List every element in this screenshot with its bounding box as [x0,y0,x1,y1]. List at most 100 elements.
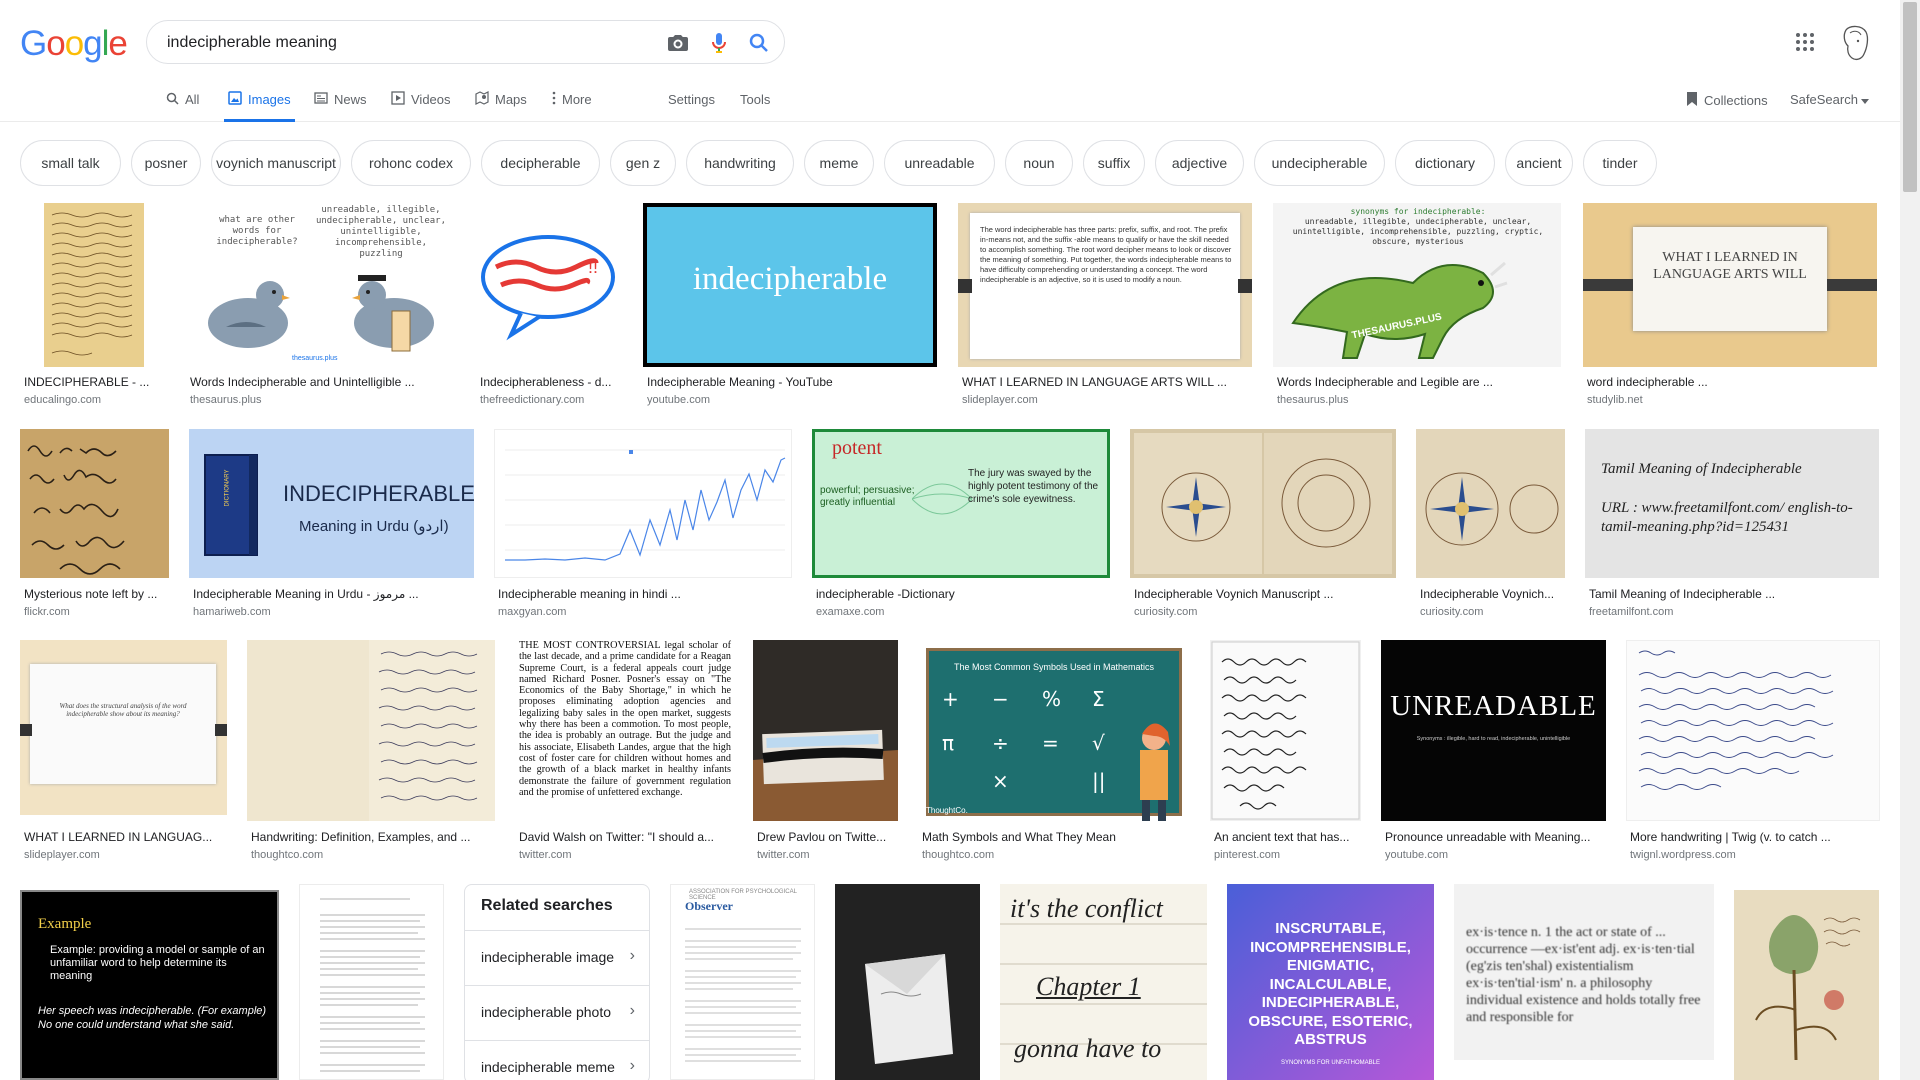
result-image[interactable]: What does the structural analysis of the… [20,640,227,815]
result-image[interactable]: INSCRUTABLE, INCOMPREHENSIBLE, ENIGMATIC… [1227,884,1434,1080]
suggestion-chip[interactable]: unreadable [884,140,995,186]
suggestion-chip[interactable]: noun [1005,140,1073,186]
related-search-item[interactable]: indecipherable image › [465,930,649,985]
result-source[interactable]: twignl.wordpress.com [1630,849,1880,861]
suggestion-chip[interactable]: dictionary [1395,140,1495,186]
suggestion-chip[interactable]: handwriting [686,140,794,186]
suggestion-chip[interactable]: tinder [1583,140,1657,186]
result-caption[interactable]: Pronounce unreadable with Meaning... [1385,830,1606,844]
result-image[interactable]: WHAT I LEARNED IN LANGUAGE ARTS WILL [1583,203,1877,367]
result-source[interactable]: thoughtco.com [922,849,1190,861]
camera-icon[interactable] [666,31,690,55]
result-source[interactable]: thefreedictionary.com [480,394,622,406]
result-caption[interactable]: Words Indecipherable and Legible are ... [1277,375,1561,389]
result-source[interactable]: examaxe.com [816,606,1110,618]
suggestion-chip[interactable]: undecipherable [1254,140,1385,186]
result-source[interactable]: studylib.net [1587,394,1877,406]
result-source[interactable]: flickr.com [24,606,169,618]
apps-grid-icon[interactable] [1795,32,1815,57]
suggestion-chip[interactable]: meme [804,140,874,186]
suggestion-chip[interactable]: rohonc codex [351,140,471,186]
result-image[interactable]: The word indecipherable has three parts:… [958,203,1252,367]
result-image[interactable]: THE MOST CONTROVERSIAL legal scholar of … [515,640,733,821]
google-logo[interactable]: Google [20,24,128,64]
result-image[interactable] [1416,429,1565,578]
result-image[interactable] [1130,429,1396,578]
result-source[interactable]: youtube.com [647,394,937,406]
result-source[interactable]: freetamilfont.com [1589,606,1879,618]
result-image[interactable] [1734,890,1879,1080]
result-image[interactable]: ASSOCIATION FOR PSYCHOLOGICAL SCIENCE Ob… [670,884,815,1080]
safesearch-button[interactable]: SafeSearch [1790,91,1869,122]
result-source[interactable]: pinterest.com [1214,849,1361,861]
result-caption[interactable]: INDECIPHERABLE - ... [24,375,166,389]
result-image[interactable]: synonyms for indecipherable: unreadable,… [1273,203,1561,367]
result-caption[interactable]: Math Symbols and What They Mean [922,830,1190,844]
result-source[interactable]: educalingo.com [24,394,166,406]
result-caption[interactable]: David Walsh on Twitter: "I should a... [519,830,733,844]
tab-more[interactable]: More [552,91,592,122]
result-caption[interactable]: Words Indecipherable and Unintelligible … [190,375,456,389]
result-image[interactable] [247,640,495,821]
related-search-item[interactable]: indecipherable meme › [465,1040,649,1080]
result-caption[interactable]: Indecipherableness - d... [480,375,622,389]
tab-settings[interactable]: Settings [668,91,715,122]
result-caption[interactable]: WHAT I LEARNED IN LANGUAGE ARTS WILL ... [962,375,1252,389]
suggestion-chip[interactable]: ancient [1505,140,1573,186]
tab-maps[interactable]: Maps [475,91,527,122]
result-caption[interactable]: Indecipherable Voynich... [1420,587,1565,601]
search-box[interactable] [146,20,785,64]
result-image[interactable]: indecipherable [643,203,937,367]
result-caption[interactable]: WHAT I LEARNED IN LANGUAG... [24,830,227,844]
result-image[interactable] [753,640,898,821]
scrollbar-thumb[interactable] [1903,2,1917,192]
result-image[interactable]: DICTIONARY INDECIPHERABLE Meaning in Urd… [189,429,474,578]
result-caption[interactable]: An ancient text that has... [1214,830,1361,844]
result-image[interactable] [1210,640,1361,821]
search-icon[interactable] [747,31,771,55]
result-image[interactable]: The Most Common Symbols Used in Mathemat… [918,640,1190,821]
result-image[interactable]: Tamil Meaning of Indecipherable URL : ww… [1585,429,1879,578]
suggestion-chip[interactable]: small talk [20,140,121,186]
result-caption[interactable]: word indecipherable ... [1587,375,1877,389]
result-image[interactable] [299,884,444,1080]
microphone-icon[interactable] [707,31,731,55]
avatar[interactable] [1838,24,1872,67]
tab-images[interactable]: Images [224,91,295,122]
result-source[interactable]: thesaurus.plus [190,394,456,406]
result-image[interactable] [835,884,980,1080]
result-source[interactable]: twitter.com [519,849,733,861]
tab-news[interactable]: News [314,91,367,122]
search-input[interactable] [167,31,617,55]
result-image[interactable]: what are other words for indecipherable?… [186,203,456,367]
result-image[interactable] [20,203,166,367]
result-caption[interactable]: Handwriting: Definition, Examples, and .… [251,830,495,844]
result-source[interactable]: curiosity.com [1420,606,1565,618]
collections-button[interactable]: Collections [1686,91,1768,122]
result-caption[interactable]: Indecipherable Voynich Manuscript ... [1134,587,1396,601]
result-source[interactable]: thoughtco.com [251,849,495,861]
result-caption[interactable]: Indecipherable Meaning - YouTube [647,375,937,389]
result-caption[interactable]: Indecipherable meaning in hindi ... [498,587,792,601]
result-image[interactable] [1626,640,1880,821]
result-source[interactable]: hamariweb.com [193,606,474,618]
suggestion-chip[interactable]: suffix [1083,140,1145,186]
result-caption[interactable]: More handwriting | Twig (v. to catch ... [1630,830,1880,844]
result-image[interactable] [20,429,169,578]
result-source[interactable]: thesaurus.plus [1277,394,1561,406]
result-caption[interactable]: Indecipherable Meaning in Urdu - مرموز .… [193,587,474,601]
result-source[interactable]: maxgyan.com [498,606,792,618]
result-image[interactable]: potent powerful; persuasive; greatly inf… [812,429,1110,578]
result-caption[interactable]: Tamil Meaning of Indecipherable ... [1589,587,1879,601]
scrollbar[interactable] [1900,0,1920,1080]
result-source[interactable]: twitter.com [757,849,898,861]
result-source[interactable]: slideplayer.com [24,849,227,861]
result-source[interactable]: youtube.com [1385,849,1606,861]
tab-tools[interactable]: Tools [740,91,770,122]
tab-videos[interactable]: Videos [391,91,451,122]
result-image[interactable]: ex·is·tence n. 1 the act or state of ...… [1454,884,1714,1060]
related-search-item[interactable]: indecipherable photo › [465,985,649,1040]
result-source[interactable]: curiosity.com [1134,606,1396,618]
result-image[interactable]: Example Example: providing a model or sa… [20,890,279,1080]
result-source[interactable]: slideplayer.com [962,394,1252,406]
